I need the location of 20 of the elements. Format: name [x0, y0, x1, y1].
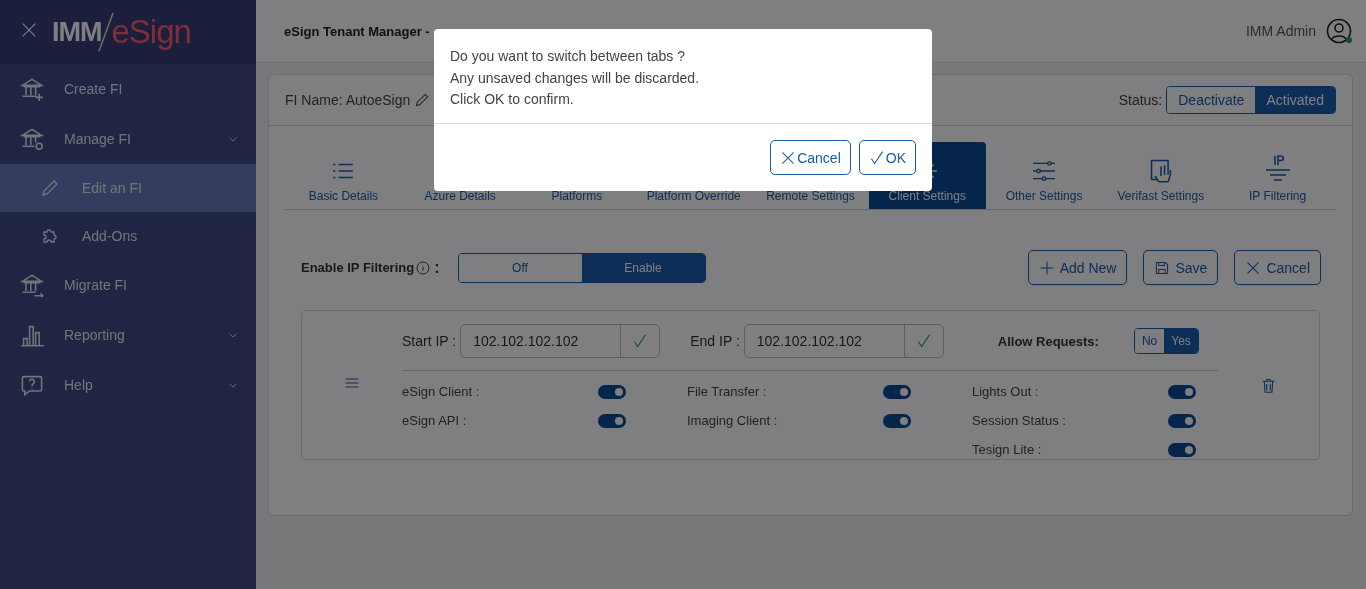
fi-name: FI Name: AutoeSign: [285, 92, 411, 108]
service-label: Tesign Lite :: [972, 442, 1043, 457]
page-title: eSign Tenant Manager -: [284, 23, 431, 39]
colon: :: [434, 258, 440, 277]
user-name: IMM Admin: [1246, 23, 1316, 39]
service-label: Imaging Client :: [687, 413, 779, 428]
service-label: Session Status :: [972, 413, 1067, 428]
field-label: End IP :: [690, 333, 740, 349]
service-label: eSign API :: [402, 413, 468, 428]
logo: IMM eSign: [52, 11, 191, 53]
dialog-message: Any unsaved changes will be discarded.: [450, 68, 700, 88]
field-label: Allow Requests:: [997, 333, 1099, 349]
service-label: File Transfer :: [687, 384, 768, 399]
service-label: eSign Client :: [402, 384, 481, 399]
status-label: Status:: [1118, 92, 1163, 108]
dialog-message: Click OK to confirm.: [450, 90, 574, 109]
field-label: Start IP :: [402, 333, 457, 349]
service-label: Lights Out :: [972, 384, 1040, 399]
field-label: Enable IP Filtering: [301, 260, 415, 275]
dialog-message: Do you want to switch between tabs ?: [450, 47, 686, 66]
